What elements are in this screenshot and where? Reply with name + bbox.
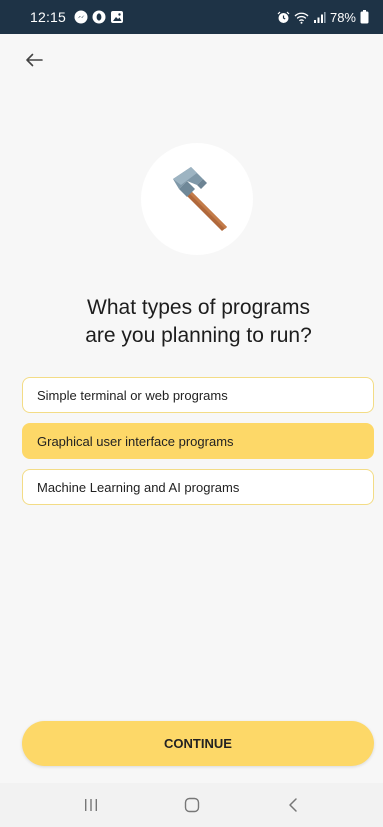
status-left: 12:15 xyxy=(30,9,124,25)
option-graphical-ui[interactable]: Graphical user interface programs xyxy=(22,423,374,459)
back-button[interactable] xyxy=(20,48,48,72)
option-label: Graphical user interface programs xyxy=(37,433,234,449)
recent-apps-icon xyxy=(84,799,97,811)
signal-icon xyxy=(313,11,326,24)
status-right: 78% xyxy=(277,10,369,25)
status-bar: 12:15 78% xyxy=(0,0,383,34)
alarm-icon xyxy=(277,11,290,24)
messenger-icon xyxy=(74,10,88,24)
hammer-icon xyxy=(173,167,227,231)
options-list: Simple terminal or web programs Graphica… xyxy=(22,377,374,515)
back-nav-button[interactable] xyxy=(273,790,313,820)
option-label: Machine Learning and AI programs xyxy=(37,479,240,495)
gallery-icon xyxy=(110,10,124,24)
screen: 12:15 78% What types of programs are you… xyxy=(0,0,383,827)
battery-icon xyxy=(360,10,369,24)
continue-button[interactable]: CONTINUE xyxy=(22,721,374,766)
option-label: Simple terminal or web programs xyxy=(37,387,228,403)
arrow-left-icon xyxy=(26,53,43,67)
recent-apps-button[interactable] xyxy=(71,790,111,820)
status-time: 12:15 xyxy=(30,9,67,25)
navigation-bar xyxy=(0,783,383,827)
battery-percentage: 78% xyxy=(329,9,356,25)
wifi-icon xyxy=(294,11,309,24)
question-title: What types of programs are you planning … xyxy=(85,296,312,347)
opera-icon xyxy=(92,10,106,24)
illustration-circle xyxy=(141,143,253,255)
option-simple-terminal-web[interactable]: Simple terminal or web programs xyxy=(22,377,374,413)
back-nav-icon xyxy=(288,798,297,812)
home-button[interactable] xyxy=(172,790,212,820)
home-icon xyxy=(184,797,199,813)
option-machine-learning-ai[interactable]: Machine Learning and AI programs xyxy=(22,469,374,505)
